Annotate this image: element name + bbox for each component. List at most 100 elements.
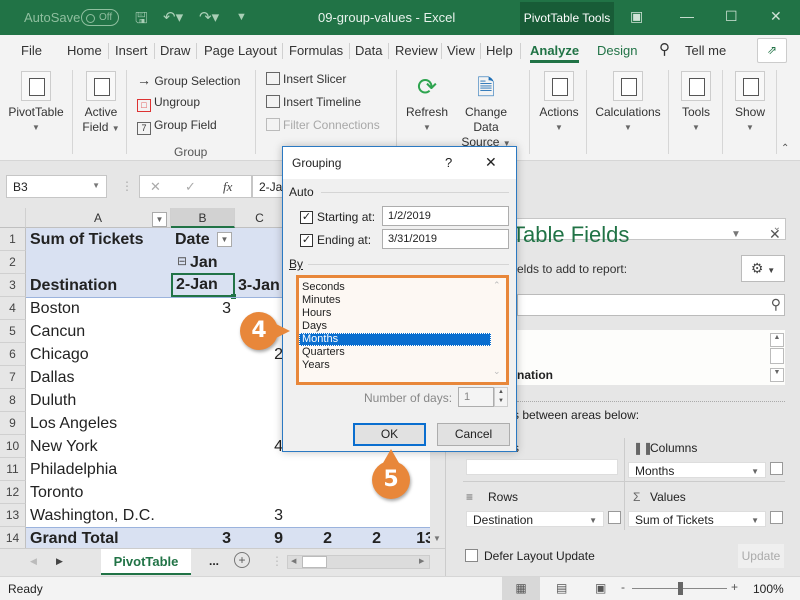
cell-c[interactable] <box>235 481 283 504</box>
cell-b[interactable]: Jan <box>190 251 235 274</box>
cell-grand-total[interactable]: 2 <box>292 527 332 548</box>
row-labels-filter-dropdown[interactable]: ▼ <box>152 212 167 227</box>
change-data-source-button[interactable]: 🗎 Change Data Source ▼ <box>451 71 521 151</box>
cell-a[interactable]: Cancun <box>30 320 170 343</box>
cell-b[interactable] <box>171 412 231 435</box>
cell-a[interactable]: Chicago <box>30 343 170 366</box>
tab-analyze[interactable]: Analyze <box>530 43 580 63</box>
cell-b[interactable] <box>171 504 231 527</box>
group-selection-button[interactable]: → Group Selection <box>137 72 240 88</box>
cell-c[interactable]: 3 <box>235 504 283 527</box>
horizontal-scrollbar[interactable]: ◀ ▶ <box>287 555 430 569</box>
ending-at-input[interactable]: 3/31/2019 <box>382 229 509 249</box>
by-option-quarters[interactable]: Quarters <box>299 346 491 359</box>
normal-view-icon[interactable]: ▦ <box>502 577 540 600</box>
actions-button[interactable]: Actions ▼ <box>536 71 582 135</box>
by-listbox[interactable]: Seconds Minutes Hours Days Months Quarters Yea… <box>296 275 509 385</box>
autosave-toggle[interactable]: Off <box>81 9 119 26</box>
calculations-button[interactable]: Calculations ▼ <box>592 71 664 135</box>
cell-c[interactable] <box>235 366 283 389</box>
close-button[interactable]: ✕ <box>770 8 782 25</box>
more-sheets-button[interactable]: ... <box>209 554 219 568</box>
cell-grand-total[interactable]: 13 <box>394 527 430 548</box>
columns-field-months[interactable]: Months ▼ <box>628 462 766 478</box>
values-field-sum-of-tickets[interactable]: Sum of Tickets ▼ <box>628 511 766 527</box>
tab-formulas[interactable]: Formulas <box>289 43 343 58</box>
ribbon-display-icon[interactable]: ▣ <box>630 8 643 25</box>
tab-design[interactable]: Design <box>597 43 637 58</box>
move-handle-icon[interactable] <box>608 511 621 524</box>
cell-c[interactable]: 9 <box>235 527 283 548</box>
row-header[interactable]: 5 <box>0 320 26 343</box>
cell-b-selected[interactable]: 2-Jan <box>171 273 235 297</box>
field-destination[interactable]: nation <box>517 368 553 382</box>
active-field-button[interactable]: Active Field ▼ <box>78 71 124 136</box>
filters-area[interactable] <box>466 459 618 475</box>
redo-icon[interactable]: ↷▾ <box>199 8 219 26</box>
share-button[interactable]: ⇗ <box>757 38 787 63</box>
move-handle-icon[interactable] <box>770 511 783 524</box>
show-button[interactable]: Show ▼ <box>730 71 770 135</box>
zoom-in-button[interactable]: + <box>731 580 738 594</box>
cell-a[interactable]: Grand Total <box>30 527 170 548</box>
ok-button[interactable]: OK <box>353 423 426 446</box>
ending-at-checkbox[interactable]: ✓ <box>300 234 313 247</box>
row-header[interactable]: 1 <box>0 228 26 251</box>
scroll-right-icon[interactable]: ▶ <box>419 557 424 565</box>
cell-a[interactable]: Washington, D.C. <box>30 504 170 527</box>
cell-c[interactable]: 3-Jan <box>238 274 288 297</box>
cell-a[interactable]: New York <box>30 435 170 458</box>
row-header[interactable]: 11 <box>0 458 26 481</box>
column-header-c[interactable]: C <box>235 208 285 228</box>
field-list[interactable]: nation ▲ ▼ <box>517 330 785 385</box>
chevron-down-icon[interactable]: ▼ <box>751 465 759 479</box>
row-header[interactable]: 14 <box>0 527 26 548</box>
tab-view[interactable]: View <box>447 43 475 58</box>
row-header[interactable]: 7 <box>0 366 26 389</box>
column-header-b[interactable]: B <box>171 208 235 228</box>
pivottable-button[interactable]: PivotTable ▼ <box>6 71 66 135</box>
scroll-down-icon[interactable]: ▼ <box>433 534 441 543</box>
cell-a[interactable]: Dallas <box>30 366 170 389</box>
collapse-icon[interactable]: ⊟ <box>177 254 187 268</box>
collapse-ribbon-icon[interactable]: ⌃ <box>781 143 789 154</box>
name-box[interactable]: B3 ▼ <box>6 175 107 198</box>
cell-a[interactable]: Boston <box>30 297 170 320</box>
row-header[interactable]: 12 <box>0 481 26 504</box>
select-all-corner[interactable] <box>0 208 26 228</box>
maximize-button[interactable]: ☐ <box>725 8 738 25</box>
tab-data[interactable]: Data <box>355 43 382 58</box>
cell-b[interactable] <box>171 481 231 504</box>
starting-at-input[interactable]: 1/2/2019 <box>382 206 509 226</box>
by-option-years[interactable]: Years <box>299 359 491 372</box>
zoom-slider-thumb[interactable] <box>678 582 683 595</box>
cell-grand-total[interactable]: 2 <box>341 527 381 548</box>
defer-layout-checkbox[interactable] <box>465 549 478 562</box>
insert-function-icon[interactable]: fx <box>223 179 232 195</box>
move-handle-icon[interactable] <box>770 462 783 475</box>
tools-button[interactable]: Tools ▼ <box>676 71 716 135</box>
tab-insert[interactable]: Insert <box>115 43 148 58</box>
close-pane-icon[interactable]: ✕ <box>769 226 781 243</box>
cell-a[interactable]: Los Angeles <box>30 412 170 435</box>
zoom-level[interactable]: 100% <box>753 582 784 596</box>
scroll-tabs-right-icon[interactable]: ▶ <box>56 556 63 567</box>
scroll-tabs-left-icon[interactable]: ◀ <box>30 556 37 567</box>
cell-b[interactable] <box>171 435 231 458</box>
cell-b[interactable]: 3 <box>171 297 231 320</box>
page-layout-view-icon[interactable]: ▤ <box>556 581 567 595</box>
tools-settings-button[interactable]: ⚙ ▼ <box>741 255 785 282</box>
scroll-left-icon[interactable]: ◀ <box>291 557 296 565</box>
field-search-input[interactable]: ⚲ <box>517 294 785 316</box>
ungroup-button[interactable]: □ Ungroup <box>137 95 200 112</box>
row-header[interactable]: 10 <box>0 435 26 458</box>
row-header[interactable]: 9 <box>0 412 26 435</box>
cell-b[interactable]: 3 <box>171 527 231 548</box>
cell-a[interactable]: Philadelphia <box>30 458 170 481</box>
row-header[interactable]: 8 <box>0 389 26 412</box>
minimize-button[interactable]: — <box>680 8 694 24</box>
help-button[interactable]: ? <box>445 155 452 170</box>
tab-help[interactable]: Help <box>486 43 513 58</box>
cell-a[interactable]: Duluth <box>30 389 170 412</box>
sheet-tab-pivottable[interactable]: PivotTable <box>101 549 191 575</box>
